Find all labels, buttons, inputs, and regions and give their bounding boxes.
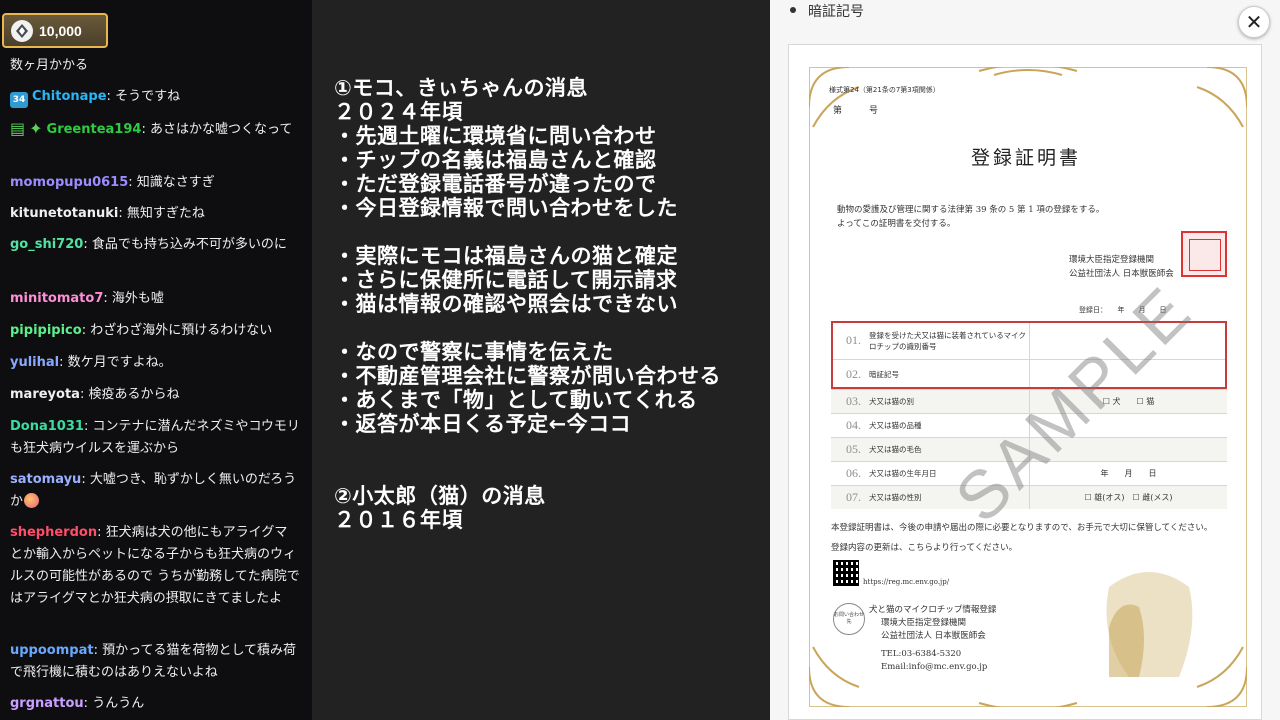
law-text: 動物の愛護及び管理に関する法律第 39 条の 5 第 1 項の登録をする。 (837, 205, 1105, 215)
chat-username[interactable]: go_shi720 (10, 237, 83, 252)
chat-message: 34 Chitonape: そうですね (10, 86, 300, 108)
note-line: ・あくまで「物」として動いてくれる (334, 388, 698, 412)
certificate-image: 様式第24（第21条の7第3項関係） 第 号 登録証明書 動物の愛護及び管理に関… (788, 44, 1262, 720)
chat-message-text: わざわざ海外に預けるわけない (90, 323, 273, 338)
emoji-icon (24, 493, 40, 508)
chat-message-text: そうですね (115, 89, 181, 104)
chat-message: mareyota: 検疫あるからね (10, 387, 180, 402)
chat-message-text: 無知すぎたね (126, 206, 205, 221)
chat-username[interactable]: shepherdon (10, 525, 97, 540)
note-line: ２０１６年頃 (334, 508, 463, 532)
contact-mark-icon: お問い合わせ先 (833, 603, 865, 635)
bullet-icon (790, 7, 796, 13)
chat-username[interactable]: momopupu0615 (10, 175, 128, 190)
sparkle-badge-icon[interactable]: ✦ (29, 118, 42, 140)
note-line: ・さらに保健所に電話して開示請求 (334, 268, 678, 292)
qr-code-icon[interactable] (833, 560, 859, 586)
footer-line-3: 公益社団法人 日本獣医師会 (881, 631, 986, 641)
document-viewer: 暗証記号 ✕ 様式第24（第21条の7第3項関係） 第 号 登録証明書 動物の愛… (770, 0, 1280, 720)
chat-username[interactable]: grgnattou (10, 696, 84, 711)
chat-username[interactable]: Chitonape (32, 89, 107, 104)
chat-username[interactable]: pipipipico (10, 323, 82, 338)
note-line: ・実際にモコは福島さんの猫と確定 (334, 244, 678, 268)
chat-message: shepherdon: 狂犬病は犬の他にもアライグマとか輸入からペットになる子か… (10, 525, 300, 606)
registration-url[interactable]: https://reg.mc.env.go.jp/ (863, 575, 949, 589)
chat-username[interactable]: satomayu (10, 472, 81, 487)
official-seal-icon (1181, 231, 1227, 277)
issuer-name-1: 環境大臣指定登録機関 (1069, 255, 1155, 265)
chat-username[interactable]: yulihal (10, 355, 59, 370)
chat-message-text: あさはかな嘘つくなって (149, 122, 293, 137)
chat-username[interactable]: uppoompat (10, 643, 94, 658)
chat-username[interactable]: minitomato7 (10, 291, 103, 306)
chat-message: kitunetotanuki: 無知すぎたね (10, 206, 205, 221)
note-line: ・先週土曜に環境省に問い合わせ (334, 124, 657, 148)
note-heading-2: ②小太郎（猫）の消息 (334, 484, 546, 508)
chat-message-text: 海外も嘘 (111, 291, 164, 306)
footer-line-2: 環境大臣指定登録機関 (881, 618, 967, 628)
note-line: ・ただ登録電話番号が違ったので (334, 172, 657, 196)
form-number: 様式第24（第21条の7第3項関係） (829, 86, 940, 94)
chat-message: go_shi720: 食品でも持ち込み不可が多いのに (10, 237, 287, 252)
subscriber-badge-icon[interactable]: ▤ (10, 118, 25, 140)
close-button[interactable]: ✕ (1238, 6, 1270, 38)
close-icon: ✕ (1245, 10, 1263, 34)
chat-message: yulihal: 数ケ月ですよね。 (10, 355, 172, 370)
chat-username[interactable]: kitunetotanuki (10, 206, 118, 221)
footer-email: Email:info@mc.env.go.jp (881, 662, 988, 672)
sub-months-badge-icon[interactable]: 34 (10, 92, 28, 108)
note-line: ２０２４年頃 (334, 100, 463, 124)
chat-username[interactable]: Dona1031 (10, 419, 84, 434)
note-line: ・不動産管理会社に警察が問い合わせる (334, 364, 721, 388)
update-note: 登録内容の更新は、こちらより行ってください。 (831, 543, 1018, 553)
note-heading-1: ①モコ、きぃちゃんの消息 (334, 76, 588, 100)
chat-message: pipipipico: わざわざ海外に預けるわけない (10, 323, 273, 338)
issue-text: よってこの証明書を交付する。 (837, 219, 956, 229)
bullet-item: 暗証記号 (790, 1, 864, 21)
chat-username[interactable]: Greentea194 (47, 122, 142, 137)
chat-message: ▤ ✦ Greentea194: あさはかな嘘つくなって (10, 118, 293, 140)
chat-message: minitomato7: 海外も嘘 (10, 291, 164, 306)
chat-message: 数ヶ月かかる (10, 55, 300, 77)
chat-message: Dona1031: コンテナに潜んだネズミやコウモリも狂犬病ウイルスを運ぶから (10, 419, 300, 456)
note-line: ・今日登録情報で問い合わせをした (334, 196, 678, 220)
note-line: ・なので警察に事情を伝えた (334, 340, 614, 364)
chat-username[interactable]: mareyota (10, 387, 80, 402)
notes-panel: ①モコ、きぃちゃんの消息 ２０２４年頃 ・先週土曜に環境省に問い合わせ ・チップ… (312, 0, 770, 720)
note-line: ・チップの名義は福島さんと確認 (334, 148, 657, 172)
storage-note: 本登録証明書は、今後の申請や届出の際に必要となりますので、お手元で大切に保管して… (831, 523, 1213, 533)
note-line: ・返答が本日くる予定←今ココ (334, 412, 632, 436)
chat-message: grgnattou: うんうん (10, 696, 145, 711)
channel-points-value: 10,000 (39, 22, 82, 39)
channel-points-icon (11, 19, 33, 42)
chat-message: satomayu: 大嘘つき、恥ずかしく無いのだろうか (10, 472, 297, 509)
chat-message-text: 食品でも持ち込み不可が多いのに (91, 237, 287, 252)
note-line: ・猫は情報の確認や照会はできない (334, 292, 678, 316)
footer-tel: TEL:03-6384-5320 (881, 649, 962, 659)
chat-panel: 10,000 数ヶ月かかる 34 Chitonape: そうですね ▤ ✦ Green… (0, 0, 312, 720)
footer-line-1: 犬と猫のマイクロチップ情報登録 (869, 605, 997, 615)
chat-message-text: 知識なさすぎ (136, 175, 215, 190)
chat-message-text: うんうん (92, 696, 145, 711)
certificate-number-label: 第 号 (833, 106, 879, 116)
certificate-title: 登録証明書 (970, 147, 1081, 169)
chat-message: momopupu0615: 知識なさすぎ (10, 175, 215, 190)
chat-message-text: 検疫あるからね (88, 387, 180, 402)
chat-message: uppoompat: 預かってる猫を荷物として積み荷で飛行機に積むのはありえない… (10, 643, 297, 680)
chat-message-text: 数ケ月ですよね。 (67, 355, 172, 370)
chat-message-text: 数ヶ月かかる (10, 58, 89, 73)
channel-points-button[interactable]: 10,000 (2, 13, 108, 48)
